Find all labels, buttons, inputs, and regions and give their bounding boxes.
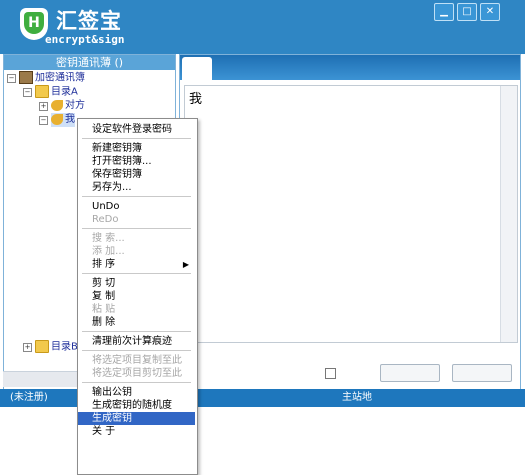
menu-separator [82,350,191,352]
menu-item-label: 关 于 [92,426,116,437]
menu-item-label: 剪 切 [92,278,116,289]
submenu-arrow-icon: ▶ [182,260,189,269]
tree-node-label: 目录A [51,86,78,98]
menu-item[interactable]: 打开密钥簿... [78,155,195,168]
menu-item[interactable]: 复 制 [78,290,195,303]
pen-note-icon [182,57,212,81]
tree-node-other[interactable]: 对方 [51,99,85,113]
menu-item[interactable]: UnDo [78,200,195,213]
menu-item[interactable]: 排 序 ▶ [78,258,195,271]
menu-item-label: 粘 贴 [92,304,116,315]
menu-item-label: 输出公钥 [92,387,132,398]
menu-item-label: 保存密钥簿 [92,169,142,180]
menu-item: 将选定项目剪切至此 [78,367,195,380]
editor-pane: 我 [179,54,521,390]
menu-item-label: 复 制 [92,291,116,302]
menu-item-label: 删 除 [92,317,116,328]
menu-item-label: 添 加... [92,246,125,257]
menu-separator [82,196,191,198]
context-menu: 设定软件登录密码 新建密钥簿打开密钥簿... 保存密钥簿另存为... UnDo ReDo… [77,118,198,475]
menu-item: ReDo [78,213,195,226]
menu-item[interactable]: 删 除 [78,316,195,329]
menu-item-label: 搜 索... [92,233,125,244]
menu-item[interactable]: 生成密钥 [78,412,195,425]
menu-item: 添 加... [78,245,195,258]
menu-separator [82,331,191,333]
title-bar: H 汇签宝 encrypt&sign ▁ □ ✕ [0,0,525,54]
expand-toggle-icon[interactable]: + [39,102,48,111]
app-logo-icon: H [20,8,48,40]
key-icon [51,99,63,111]
menu-item[interactable]: 新建密钥簿 [78,142,195,155]
menu-item-label: UnDo [92,201,120,212]
menu-item-label: 清理前次计算痕迹 [92,336,172,347]
tree-node-label: 目录B [51,341,78,353]
menu-item: 将选定项目复制至此 [78,354,195,367]
action-button-2[interactable] [452,364,512,382]
option-checkbox[interactable] [325,368,336,379]
menu-item[interactable]: 保存密钥簿 [78,168,195,181]
editor-text: 我 [189,92,203,107]
close-button[interactable]: ✕ [480,3,500,21]
homepage-address: 主站地址:HTTP://WWW.IHONGWENG.COM.CN [342,392,521,421]
left-pane-title: 密钥通讯薄 () [4,55,175,70]
action-button-1[interactable] [380,364,440,382]
menu-item-label: 另存为... [92,182,132,193]
tree-node-label: 我 [65,114,75,125]
menu-item[interactable]: 生成密钥的随机度 [78,399,195,412]
app-title: 汇签宝 [56,9,122,33]
menu-item-label: 生成密钥的随机度 [92,400,172,411]
collapse-toggle-icon[interactable]: − [23,88,32,97]
folder-icon [35,340,49,353]
tree-node-folder-a[interactable]: 目录A [35,85,78,99]
menu-item[interactable]: 剪 切 [78,277,195,290]
collapse-toggle-icon[interactable]: − [7,74,16,83]
address-book-icon [19,71,33,84]
menu-item-label: 设定软件登录密码 [92,124,172,135]
tree-node-me[interactable]: 我 [51,113,75,127]
menu-item-label: 将选定项目剪切至此 [92,368,182,379]
menu-item[interactable]: 关 于 [78,425,195,438]
minimize-button[interactable]: ▁ [434,3,454,21]
menu-separator [82,138,191,140]
tree-node-root[interactable]: 加密通讯簿 [19,71,85,85]
editor-vertical-scrollbar[interactable] [500,86,517,342]
menu-item-label: ReDo [92,214,119,225]
menu-item[interactable]: 输出公钥 [78,386,195,399]
menu-item: 粘 贴 [78,303,195,316]
menu-separator [82,228,191,230]
menu-item-label: 打开密钥簿... [92,156,152,167]
menu-item[interactable]: 清理前次计算痕迹 [78,335,195,348]
app-subtitle: encrypt&sign [45,33,125,46]
menu-item-label: 新建密钥簿 [92,143,142,154]
menu-item[interactable]: 另存为... [78,181,195,194]
collapse-toggle-icon[interactable]: − [39,116,48,125]
menu-separator [82,273,191,275]
folder-icon [35,85,49,98]
menu-item[interactable]: 设定软件登录密码 [78,123,195,136]
menu-item-label: 排 序 [92,259,116,270]
tree-node-label: 加密通讯簿 [35,72,85,84]
tree-node-label: 对方 [65,100,85,111]
editor-header [180,55,520,81]
menu-separator [82,382,191,384]
key-icon [51,113,63,125]
key-text-editor[interactable]: 我 [184,85,518,343]
expand-toggle-icon[interactable]: + [23,343,32,352]
menu-item-label: 将选定项目复制至此 [92,355,182,366]
menu-item-label: 生成密钥 [92,413,132,424]
registration-status: (未注册) [10,392,48,403]
tree-node-folder-b[interactable]: 目录B [35,340,78,354]
menu-item: 搜 索... [78,232,195,245]
maximize-button[interactable]: □ [457,3,477,21]
